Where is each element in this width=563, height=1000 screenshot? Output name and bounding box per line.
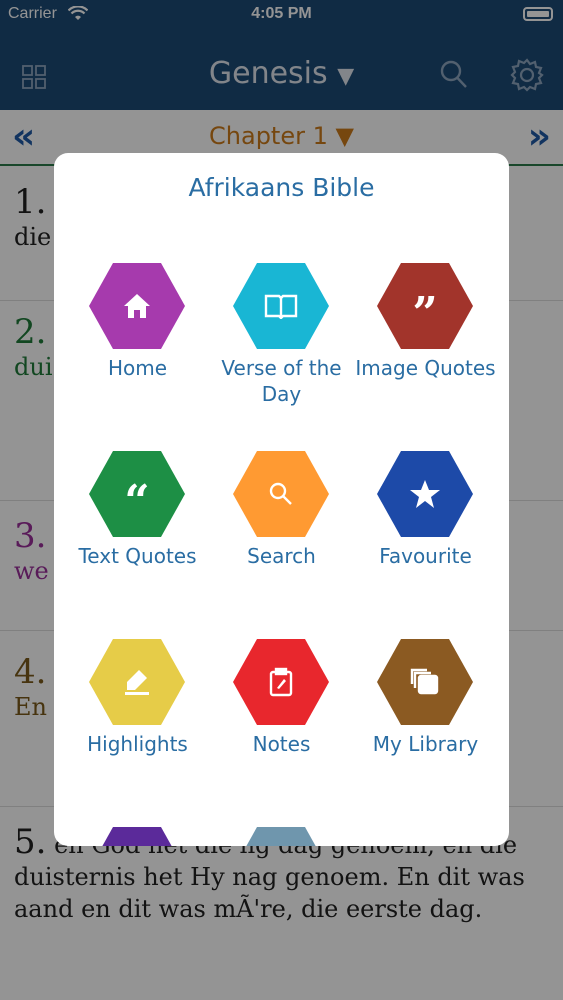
menu-item-label: Favourite: [379, 544, 472, 568]
menu-item-label: Verse of the Day: [221, 356, 342, 406]
menu-item-partial[interactable]: [206, 827, 357, 846]
menu-item-notes[interactable]: Notes: [206, 639, 357, 819]
menu-item-label: Home: [107, 356, 168, 380]
menu-item-hexagon: [89, 827, 185, 846]
clipboard-icon: [233, 639, 329, 725]
menu-item-label: Image Quotes: [355, 356, 496, 380]
menu-item-label: Search: [247, 544, 316, 568]
menu-item-image-quotes[interactable]: ” Image Quotes: [350, 263, 501, 443]
menu-item-text-quotes[interactable]: “ Text Quotes: [62, 451, 213, 631]
menu-item-favourite[interactable]: Favourite: [350, 451, 501, 631]
menu-item-home[interactable]: Home: [62, 263, 213, 443]
highlighter-icon: [89, 639, 185, 725]
book-icon: [233, 263, 329, 349]
menu-item-label: Highlights: [87, 732, 188, 756]
menu-item-verse-of-the-day[interactable]: Verse of the Day: [206, 263, 357, 443]
menu-item-partial[interactable]: [62, 827, 213, 846]
menu-item-highlights[interactable]: Highlights: [62, 639, 213, 819]
quote-open-icon: “: [89, 451, 185, 537]
menu-title: Afrikaans Bible: [188, 173, 375, 202]
menu-item-label: Text Quotes: [78, 544, 197, 568]
search-icon: [233, 451, 329, 537]
quote-icon: ”: [377, 263, 473, 349]
menu-item-my-library[interactable]: My Library: [350, 639, 501, 819]
home-icon: [89, 263, 185, 349]
menu-item-search[interactable]: Search: [206, 451, 357, 631]
menu-item-label: My Library: [372, 732, 479, 756]
menu-item-hexagon: [233, 827, 329, 846]
menu-item-label: Notes: [252, 732, 311, 756]
library-icon: [377, 639, 473, 725]
star-icon: [377, 451, 473, 537]
menu-dialog: Afrikaans Bible Home Verse of the Day ” …: [54, 153, 509, 846]
